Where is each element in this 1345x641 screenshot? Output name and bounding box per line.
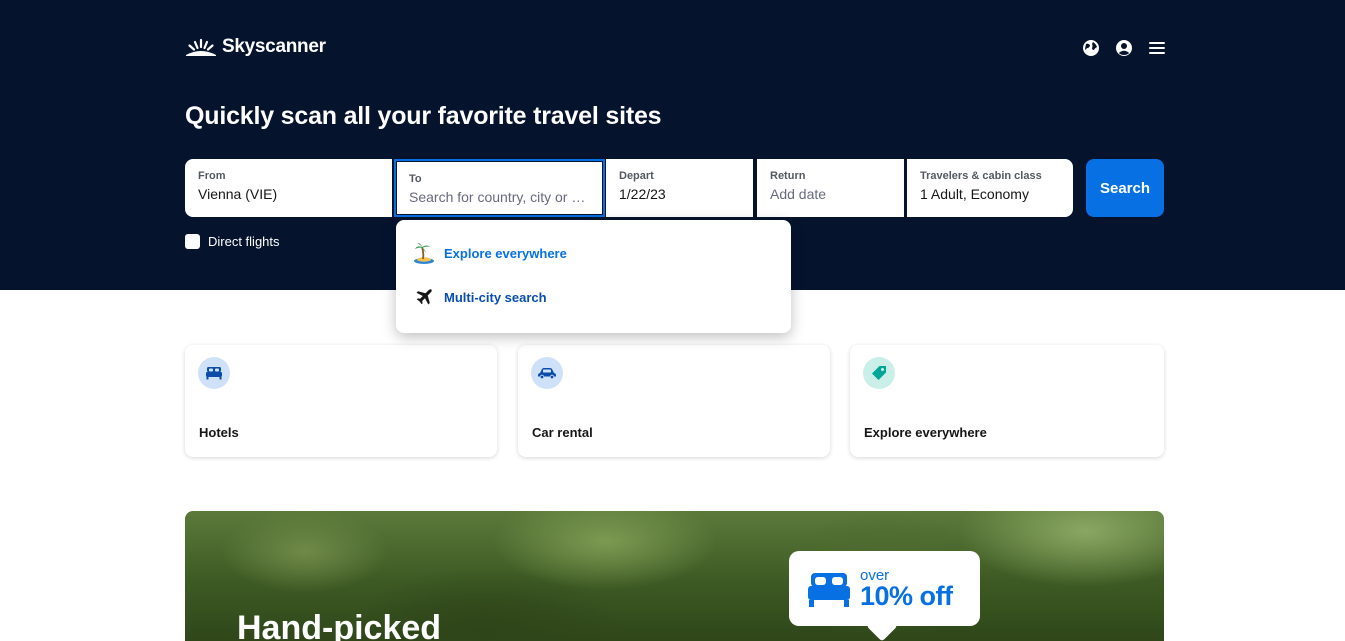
promo-title: Hand-picked — [237, 609, 442, 641]
header-actions — [1080, 37, 1167, 58]
explore-everywhere-card-title: Explore everywhere — [864, 425, 987, 440]
hotels-card-title: Hotels — [199, 425, 239, 440]
destination-dropdown: Explore everywhere Multi-city search — [396, 220, 791, 333]
car-icon — [531, 357, 563, 389]
return-field[interactable]: Return Add date — [757, 159, 904, 217]
from-value[interactable]: Vienna (VIE) — [198, 186, 380, 202]
travelers-field[interactable]: Travelers & cabin class 1 Adult, Economy — [907, 159, 1073, 217]
hotels-card[interactable]: Hotels — [185, 345, 497, 457]
to-label: To — [409, 173, 422, 185]
direct-flights-checkbox[interactable] — [185, 234, 200, 249]
page-headline: Quickly scan all your favorite travel si… — [185, 102, 662, 130]
car-rental-card-title: Car rental — [532, 425, 593, 440]
to-field[interactable]: To Search for country, city or air… — [394, 159, 605, 217]
skyscanner-logo[interactable]: Skyscanner — [185, 36, 326, 58]
menu-icon[interactable] — [1146, 37, 1167, 58]
explore-everywhere-card[interactable]: Explore everywhere — [850, 345, 1164, 457]
from-field[interactable]: From Vienna (VIE) — [185, 159, 392, 217]
bed-icon — [198, 357, 230, 389]
direct-flights-option[interactable]: Direct flights — [185, 234, 280, 249]
account-icon[interactable] — [1113, 37, 1134, 58]
multi-city-label: Multi-city search — [444, 289, 547, 305]
globe-icon[interactable] — [1080, 37, 1101, 58]
travelers-value[interactable]: 1 Adult, Economy — [920, 186, 1061, 202]
search-button[interactable]: Search — [1086, 159, 1164, 217]
depart-label: Depart — [619, 170, 654, 182]
bed-icon — [808, 573, 850, 607]
to-input[interactable]: Search for country, city or air… — [409, 189, 591, 205]
dropdown-item-explore-everywhere[interactable]: Explore everywhere — [413, 242, 567, 264]
car-rental-card[interactable]: Car rental — [518, 345, 830, 457]
tag-icon — [863, 357, 895, 389]
badge-discount-text: 10% off — [860, 581, 953, 611]
from-label: From — [198, 170, 226, 182]
sunrise-logo-icon — [186, 38, 216, 56]
explore-everywhere-label: Explore everywhere — [444, 245, 567, 261]
island-icon — [413, 242, 435, 264]
travelers-label: Travelers & cabin class — [920, 170, 1042, 182]
depart-field[interactable]: Depart 1/22/23 — [606, 159, 753, 217]
return-input[interactable]: Add date — [770, 186, 892, 202]
brand-name: Skyscanner — [222, 36, 326, 57]
plane-icon — [413, 286, 435, 308]
direct-flights-label: Direct flights — [208, 234, 280, 249]
dropdown-item-multi-city[interactable]: Multi-city search — [413, 286, 547, 308]
depart-value[interactable]: 1/22/23 — [619, 186, 741, 202]
discount-badge: over 10% off — [789, 551, 980, 626]
promo-banner[interactable]: Hand-picked over 10% off — [185, 511, 1164, 641]
return-label: Return — [770, 170, 806, 182]
